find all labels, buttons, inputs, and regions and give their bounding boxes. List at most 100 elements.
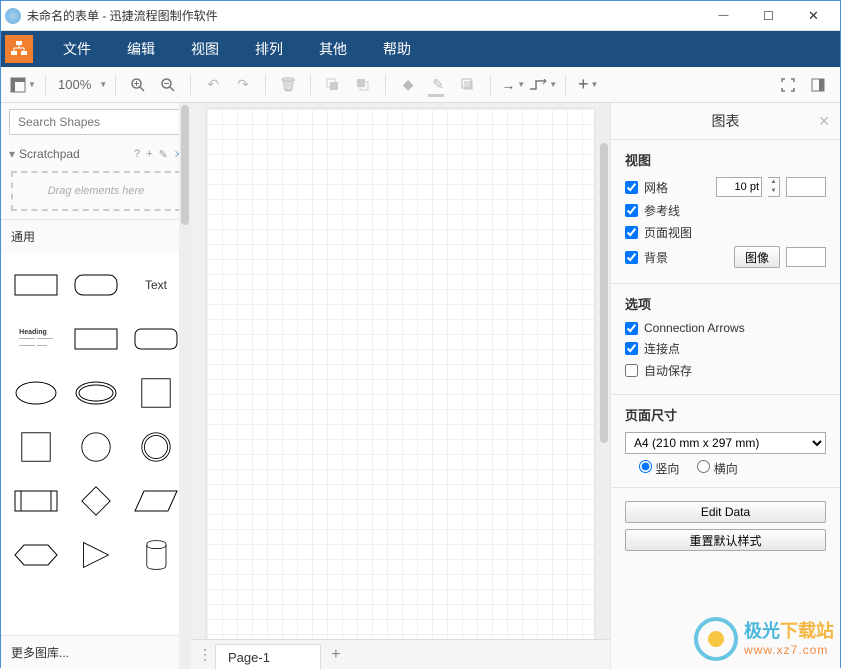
menu-edit[interactable]: 编辑: [109, 31, 173, 67]
portrait-radio-label[interactable]: 竖向: [639, 460, 679, 477]
shape-square2[interactable]: [9, 423, 63, 471]
shape-circle[interactable]: [69, 423, 123, 471]
scratchpad-dropzone[interactable]: Drag elements here: [11, 171, 181, 211]
portrait-radio[interactable]: [639, 460, 652, 473]
page-menu-icon[interactable]: ⋮: [195, 646, 215, 663]
watermark-url: www.xz7.com: [744, 643, 834, 657]
connection-button[interactable]: →▼: [499, 71, 527, 99]
add-page-button[interactable]: +: [321, 646, 351, 664]
pagesize-select[interactable]: A4 (210 mm x 297 mm): [625, 432, 826, 454]
menu-help[interactable]: 帮助: [365, 31, 429, 67]
menu-view[interactable]: 视图: [173, 31, 237, 67]
shape-double-ellipse[interactable]: [69, 369, 123, 417]
watermark-title: 极光下载站: [744, 621, 834, 643]
shape-rect[interactable]: [9, 261, 63, 309]
sidebar-scrollbar[interactable]: [179, 103, 191, 669]
shape-textbox[interactable]: Heading-------- ---------------- -----: [9, 315, 63, 363]
pageview-label: 页面视图: [644, 224, 826, 241]
fullscreen-button[interactable]: [774, 71, 802, 99]
background-label: 背景: [644, 249, 728, 266]
grid-label: 网格: [644, 179, 710, 196]
conn-arrows-label: Connection Arrows: [644, 321, 826, 335]
zoom-in-button[interactable]: [124, 71, 152, 99]
grid-color-swatch[interactable]: [786, 177, 826, 197]
close-button[interactable]: [791, 2, 836, 30]
zoom-dropdown-icon[interactable]: ▼: [99, 80, 107, 89]
drawing-canvas[interactable]: [207, 109, 594, 639]
shape-double-circle[interactable]: [129, 423, 183, 471]
menu-file[interactable]: 文件: [45, 31, 109, 67]
watermark-logo-icon: [694, 617, 738, 661]
search-input[interactable]: [10, 115, 181, 129]
insert-button[interactable]: +▼: [574, 71, 602, 99]
shape-rect2[interactable]: [69, 315, 123, 363]
shape-square[interactable]: [129, 369, 183, 417]
to-front-button[interactable]: [319, 71, 347, 99]
view-section-title: 视图: [625, 150, 826, 169]
shape-ellipse[interactable]: [9, 369, 63, 417]
line-color-button[interactable]: ✎: [424, 71, 452, 99]
image-button[interactable]: 图像: [734, 246, 780, 268]
autosave-checkbox[interactable]: [625, 364, 638, 377]
shape-diamond[interactable]: [69, 477, 123, 525]
edit-data-button[interactable]: Edit Data: [625, 501, 826, 523]
landscape-radio[interactable]: [697, 460, 710, 473]
menu-other[interactable]: 其他: [301, 31, 365, 67]
shape-parallelogram[interactable]: [129, 477, 183, 525]
reset-style-button[interactable]: 重置默认样式: [625, 529, 826, 551]
scratchpad-edit-icon[interactable]: ✎: [159, 148, 168, 161]
background-checkbox[interactable]: [625, 251, 638, 264]
zoom-level[interactable]: 100%: [54, 77, 95, 92]
pagesize-section-title: 页面尺寸: [625, 405, 826, 424]
menu-arrange[interactable]: 排列: [237, 31, 301, 67]
conn-points-label: 连接点: [644, 340, 826, 357]
shape-text[interactable]: Text: [129, 261, 183, 309]
more-shapes-link[interactable]: 更多图库...: [1, 635, 191, 669]
minimize-button[interactable]: [701, 2, 746, 30]
scratchpad-help-icon[interactable]: ?: [134, 148, 140, 161]
options-section-title: 选项: [625, 294, 826, 313]
fill-color-button[interactable]: ◆: [394, 71, 422, 99]
shadow-button[interactable]: [454, 71, 482, 99]
grid-size-stepper[interactable]: ▲▼: [768, 177, 780, 197]
panel-title: 图表: [712, 111, 740, 131]
to-back-button[interactable]: [349, 71, 377, 99]
maximize-button[interactable]: [746, 2, 791, 30]
page-tab-1[interactable]: Page-1: [215, 644, 321, 670]
grid-checkbox[interactable]: [625, 181, 638, 194]
shape-cylinder[interactable]: [129, 531, 183, 579]
background-color-swatch[interactable]: [786, 247, 826, 267]
shape-rounded-rect[interactable]: [69, 261, 123, 309]
watermark: 极光下载站 www.xz7.com: [694, 617, 834, 661]
shape-process[interactable]: [9, 477, 63, 525]
view-dropdown[interactable]: ▼: [9, 71, 37, 99]
scratchpad-title: Scratchpad: [19, 147, 134, 161]
pageview-checkbox[interactable]: [625, 226, 638, 239]
zoom-out-button[interactable]: [154, 71, 182, 99]
menubar: 文件 编辑 视图 排列 其他 帮助: [1, 31, 840, 67]
conn-points-checkbox[interactable]: [625, 342, 638, 355]
shapes-section-header[interactable]: 通用: [1, 219, 191, 253]
canvas-area: ⋮ Page-1 +: [191, 103, 610, 669]
landscape-radio-label[interactable]: 横向: [697, 460, 737, 477]
grid-size-input[interactable]: [716, 177, 762, 197]
waypoint-button[interactable]: ▼: [529, 71, 557, 99]
shape-rounded-rect2[interactable]: [129, 315, 183, 363]
app-logo[interactable]: [5, 35, 33, 63]
redo-button[interactable]: ↷: [229, 71, 257, 99]
shape-hexagon[interactable]: [9, 531, 63, 579]
shape-triangle[interactable]: [69, 531, 123, 579]
format-panel: 图表 ✕ 视图 网格 ▲▼ 参考线 页面视图 背景 图像 选项 Connect: [610, 103, 840, 669]
delete-button[interactable]: 🗑: [274, 71, 302, 99]
shapes-palette: Text Heading-------- ---------------- --…: [1, 253, 191, 635]
guides-label: 参考线: [644, 202, 826, 219]
panel-close-icon[interactable]: ✕: [818, 113, 830, 130]
undo-button[interactable]: ↶: [199, 71, 227, 99]
conn-arrows-checkbox[interactable]: [625, 322, 638, 335]
canvas-scrollbar-v[interactable]: [598, 103, 610, 639]
app-icon: [5, 8, 21, 24]
guides-checkbox[interactable]: [625, 204, 638, 217]
scratchpad-add-icon[interactable]: +: [146, 148, 152, 161]
format-panel-button[interactable]: [804, 71, 832, 99]
page-tabs: ⋮ Page-1 +: [191, 639, 610, 669]
